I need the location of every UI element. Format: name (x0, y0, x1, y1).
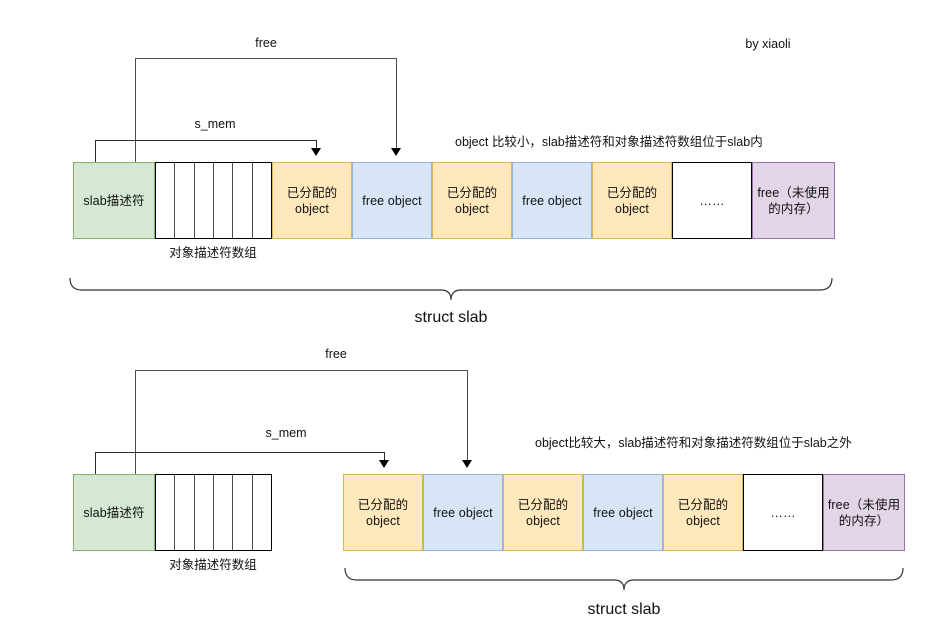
object-descriptor-array-2 (155, 474, 272, 551)
array-cell (175, 475, 195, 550)
free-pointer-line-top (135, 58, 396, 59)
array-cell (195, 475, 214, 550)
free-object-block-2-2: free object (583, 474, 663, 551)
free-object-block-2: free object (512, 162, 592, 239)
object-descriptor-array (155, 162, 272, 239)
array-cell (156, 163, 176, 238)
free-object-block-1: free object (352, 162, 432, 239)
struct-slab-label-2: struct slab (587, 601, 661, 618)
free-pointer-label-2: free (325, 347, 347, 361)
s-mem-pointer-label: s_mem (194, 117, 236, 131)
allocated-object-block-2-2: 已分配的 object (503, 474, 583, 551)
array-cell (195, 163, 214, 238)
s-mem-pointer-line-left (95, 140, 96, 162)
free-object-block-1-2: free object (423, 474, 503, 551)
free-pointer-line-right-2 (467, 370, 468, 462)
free-pointer-arrowhead (391, 148, 401, 156)
allocated-object-block-3: 已分配的 object (592, 162, 672, 239)
struct-slab-label: struct slab (414, 309, 488, 326)
slab-allocator-diagram: by xiaoli free s_mem object 比较小，slab描述符和… (0, 0, 947, 644)
allocated-object-block-1-2: 已分配的 object (343, 474, 423, 551)
large-object-annotation: object比较大，slab描述符和对象描述符数组位于slab之外 (535, 436, 852, 450)
struct-slab-brace (69, 277, 833, 301)
free-pointer-line-top-2 (135, 370, 467, 371)
s-mem-pointer-line-top-2 (95, 452, 384, 453)
free-memory-block: free（未使用 的内存） (752, 162, 835, 239)
free-pointer-label: free (255, 36, 277, 50)
ellipsis-block: …… (672, 162, 752, 239)
array-cell (214, 163, 234, 238)
s-mem-pointer-line-left-2 (95, 452, 96, 474)
array-cell (175, 163, 195, 238)
struct-slab-brace-2 (344, 567, 904, 591)
allocated-object-block-3-2: 已分配的 object (663, 474, 743, 551)
free-pointer-line-right (396, 58, 397, 150)
slab-descriptor-block-2: slab描述符 (73, 474, 155, 551)
slab-descriptor-block: slab描述符 (73, 162, 155, 239)
array-cell (253, 163, 271, 238)
array-cell (253, 475, 271, 550)
free-pointer-arrowhead-2 (462, 460, 472, 468)
object-descriptor-array-label: 对象描述符数组 (169, 246, 257, 260)
object-descriptor-array-label-2: 对象描述符数组 (169, 558, 257, 572)
array-cell (233, 163, 253, 238)
s-mem-pointer-label-2: s_mem (265, 426, 307, 440)
ellipsis-block-2: …… (743, 474, 823, 551)
s-mem-pointer-arrowhead-2 (379, 460, 389, 468)
allocated-object-block-2: 已分配的 object (432, 162, 512, 239)
free-pointer-line-left-2 (135, 370, 136, 474)
credit-label: by xiaoli (745, 37, 791, 51)
free-memory-block-2: free（未使用 的内存） (823, 474, 905, 551)
s-mem-pointer-line-top (95, 140, 316, 141)
small-object-annotation: object 比较小，slab描述符和对象描述符数组位于slab内 (455, 135, 763, 149)
s-mem-pointer-arrowhead (311, 148, 321, 156)
allocated-object-block-1: 已分配的 object (272, 162, 352, 239)
array-cell (156, 475, 176, 550)
array-cell (214, 475, 234, 550)
free-pointer-line-left (135, 58, 136, 162)
array-cell (233, 475, 253, 550)
